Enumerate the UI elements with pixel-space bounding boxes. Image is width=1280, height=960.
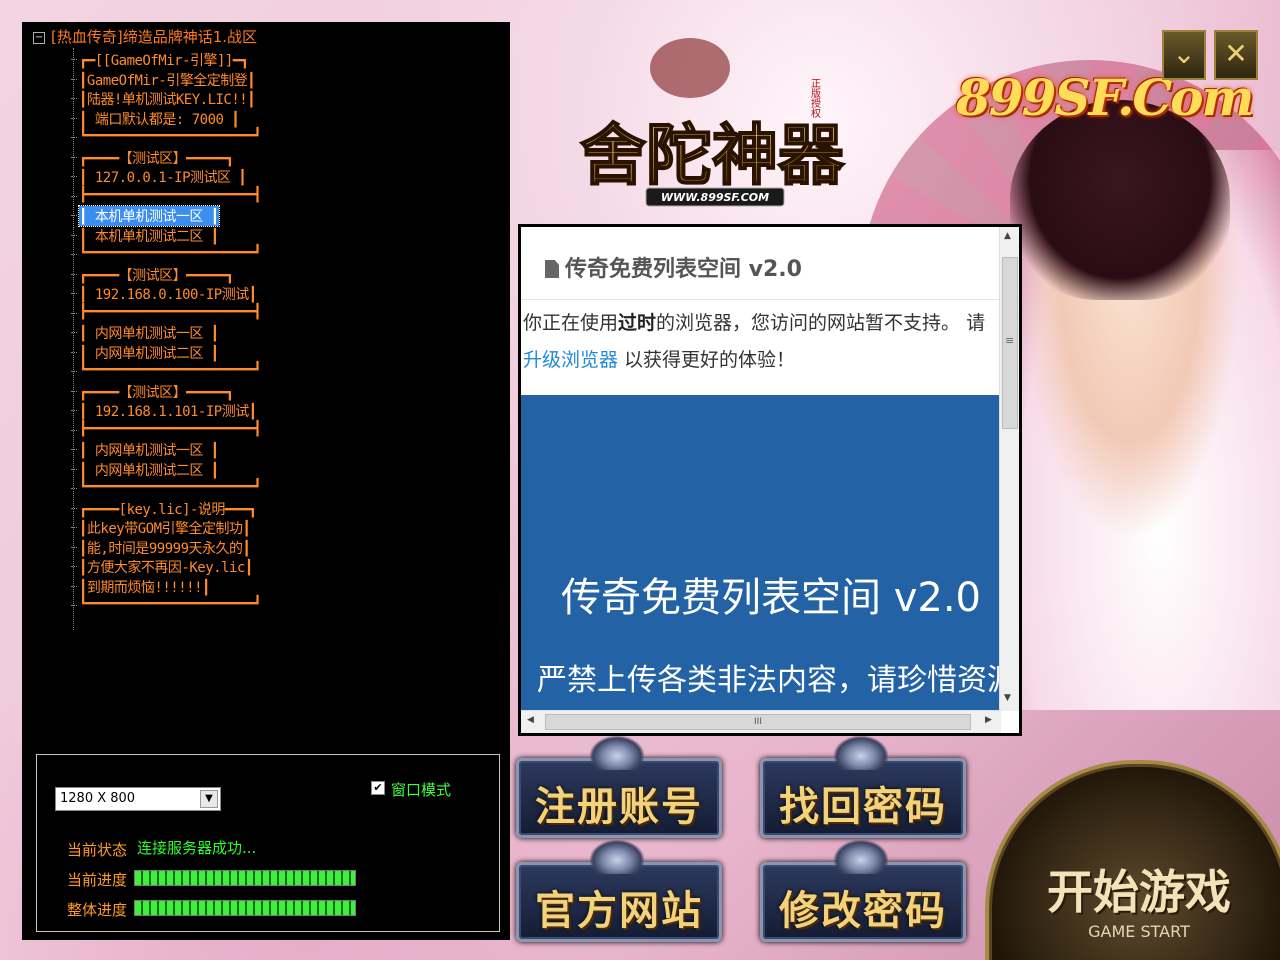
server-tree-item[interactable]: ┃ 端口默认都是: 7000 ┃ — [70, 109, 240, 129]
server-tree-item[interactable]: ┏━━━━【测试区】━━━━━┓ — [71, 265, 234, 285]
horizontal-scrollbar[interactable]: ◀ III ▶ — [521, 710, 1001, 733]
collapse-icon[interactable]: − — [33, 31, 45, 44]
server-tree-item[interactable]: ┣━━━━━━━━━━━━━━━━━━━━━┫ — [70, 187, 262, 203]
total-progress-fill — [135, 901, 355, 915]
divider — [521, 299, 1001, 300]
server-tree-item[interactable]: ┗━━━━━━━━━━━━━━━━━━━━━┛ — [70, 479, 262, 495]
scroll-left-icon[interactable]: ◀ — [527, 715, 534, 725]
browser-page-title: 传奇免费列表空间 v2.0 — [545, 251, 802, 283]
dropdown-arrow-icon[interactable]: ▼ — [200, 790, 218, 808]
server-tree-item[interactable]: ┏━━━━[key.lic]-说明━━━┓ — [71, 499, 257, 519]
server-tree-item[interactable]: ┃陆器!单机测试KEY.LIC!!┃ — [70, 89, 256, 109]
server-tree-item[interactable]: ┃方便大家不再因-Key.lic┃ — [71, 557, 253, 577]
hero-banner: 传奇免费列表空间 v2.0 严禁上传各类非法内容，请珍惜资源 — [521, 395, 1001, 711]
document-icon — [545, 260, 559, 278]
resolution-value: 1280 X 800 — [60, 791, 136, 806]
current-progress-fill — [135, 871, 355, 885]
start-game-sublabel: GAME START — [1088, 922, 1190, 941]
server-tree-item[interactable]: ┃GameOfMir-引擎全定制登┃ — [70, 70, 256, 90]
recover-password-label: 找回密码 — [779, 783, 947, 830]
server-tree-item[interactable]: ┗━━━━━━━━━━━━━━━━━━━━━┛ — [70, 596, 262, 612]
logo-title: 舍陀神器 — [580, 116, 845, 194]
tree-guide-line — [73, 48, 74, 630]
server-tree-item[interactable]: ┏━[[GameOfMir-引擎]]━┓ — [71, 50, 249, 70]
logo-url: WWW.899SF.COM — [661, 191, 769, 204]
character-hair-art — [1010, 100, 1230, 300]
chevron-down-icon: ⌄ — [1172, 37, 1196, 70]
current-progress-bar — [134, 870, 356, 886]
server-tree-item[interactable]: ┗━━━━━━━━━━━━━━━━━━━━━┛ — [70, 245, 262, 261]
resolution-select[interactable]: 1280 X 800 ▼ — [55, 787, 221, 811]
server-tree-item[interactable]: ┃ 内网单机测试二区 ┃ — [71, 460, 219, 480]
horizontal-scroll-thumb[interactable]: III — [545, 714, 971, 730]
server-tree-item[interactable]: ┃ 内网单机测试二区 ┃ — [71, 343, 219, 363]
server-tree-item[interactable]: ┃ 内网单机测试一区 ┃ — [71, 323, 219, 343]
server-tree-item[interactable]: ┃ 192.168.0.100-IP测试┃ — [71, 284, 257, 304]
server-tree-item[interactable]: ┃ 本机单机测试二区 ┃ — [71, 226, 219, 246]
start-game-label: 开始游戏 — [1047, 865, 1231, 919]
start-game-button[interactable]: 开始游戏 GAME START — [985, 760, 1280, 960]
minimize-button[interactable]: ⌄ — [1162, 30, 1206, 80]
brand-logo: 899SF.Com — [956, 68, 1254, 127]
scroll-right-icon[interactable]: ▶ — [985, 715, 992, 725]
recover-password-button[interactable]: 找回密码 — [752, 736, 970, 838]
outdated-browser-notice: 你正在使用过时的浏览器，您访问的网站暂不支持。 请 升级浏览器 以获得更好的体验… — [523, 312, 986, 371]
window-mode-checkbox[interactable]: ✔ — [371, 781, 385, 795]
register-button-label: 注册账号 — [535, 783, 703, 830]
server-tree-item[interactable]: ┃到期而烦恼!!!!!!┃ — [71, 577, 210, 597]
total-progress-bar — [134, 900, 356, 916]
server-tree-item[interactable]: ┗━━━━━━━━━━━━━━━━━━━━━┛ — [70, 362, 262, 378]
game-logo: 舍陀神器 正版授权 WWW.899SF.COM — [579, 38, 846, 207]
tree-root[interactable]: − [热血传奇]缔造品牌神话1.战区 — [33, 26, 257, 47]
server-tree-item[interactable]: ┏━━━━【测试区】━━━━━┓ — [71, 382, 234, 402]
launcher-window: 舍陀神器 正版授权 WWW.899SF.COM 899SF.Com ⌄ ✕ −[… — [0, 0, 1280, 960]
scroll-down-icon[interactable]: ▼ — [1004, 693, 1011, 703]
server-tree-item[interactable]: ┃ 内网单机测试一区 ┃ — [71, 440, 219, 460]
change-password-label: 修改密码 — [779, 887, 947, 934]
official-website-label: 官方网站 — [535, 887, 703, 934]
total-progress-label: 整体进度 — [67, 901, 128, 919]
server-tree-item[interactable]: ┃此key带GOM引擎全定制功┃ — [70, 518, 251, 538]
hero-subtitle: 严禁上传各类非法内容，请珍惜资源 — [537, 663, 1001, 698]
server-tree-item[interactable]: ┣━━━━━━━━━━━━━━━━━━━━━┫ — [70, 304, 262, 320]
close-button[interactable]: ✕ — [1214, 30, 1258, 80]
logo-badge: 正版授权 — [809, 78, 821, 119]
server-tree-item[interactable]: ┗━━━━━━━━━━━━━━━━━━━━━┛ — [70, 128, 262, 144]
ornament-icon — [834, 736, 888, 770]
grip-icon: ≡ — [1005, 334, 1015, 347]
window-mode-label[interactable]: 窗口模式 — [391, 779, 451, 800]
control-panel: 1280 X 800 ▼ ✔ 窗口模式 当前状态 连接服务器成功... 当前进度… — [36, 754, 500, 932]
server-tree-item[interactable]: ┃ 本机单机测试一区 ┃ — [71, 205, 220, 227]
scroll-up-icon[interactable]: ▲ — [1004, 231, 1011, 241]
register-button[interactable]: 注册账号 — [508, 736, 726, 838]
ornament-icon — [590, 840, 644, 874]
status-label: 当前状态 — [67, 841, 128, 859]
close-icon: ✕ — [1224, 37, 1248, 70]
vertical-scrollbar[interactable]: ▲ ≡ ▼ — [999, 227, 1019, 711]
server-tree-item[interactable]: ┣━━━━━━━━━━━━━━━━━━━━━┫ — [70, 421, 262, 437]
server-tree-item[interactable]: ┃能,时间是99999天永久的┃ — [70, 538, 251, 558]
current-progress-label: 当前进度 — [67, 871, 128, 889]
tree-root-label: [热血传奇]缔造品牌神话1.战区 — [51, 28, 258, 46]
hero-title: 传奇免费列表空间 v2.0 — [561, 575, 981, 621]
upgrade-browser-link[interactable]: 升级浏览器 — [523, 349, 618, 371]
official-website-button[interactable]: 官方网站 — [508, 840, 726, 942]
server-tree-item[interactable]: ┏━━━━【测试区】━━━━━┓ — [71, 148, 234, 168]
status-value: 连接服务器成功... — [137, 839, 257, 857]
news-browser[interactable]: 传奇免费列表空间 v2.0 你正在使用过时的浏览器，您访问的网站暂不支持。 请 … — [518, 224, 1022, 736]
ornament-icon — [590, 736, 644, 770]
change-password-button[interactable]: 修改密码 — [752, 840, 970, 942]
vertical-scroll-thumb[interactable]: ≡ — [1002, 257, 1018, 429]
server-tree-item[interactable]: ┃ 192.168.1.101-IP测试┃ — [71, 401, 257, 421]
server-tree-item[interactable]: ┃ 127.0.0.1-IP测试区 ┃ — [70, 167, 247, 187]
ornament-icon — [834, 840, 888, 874]
